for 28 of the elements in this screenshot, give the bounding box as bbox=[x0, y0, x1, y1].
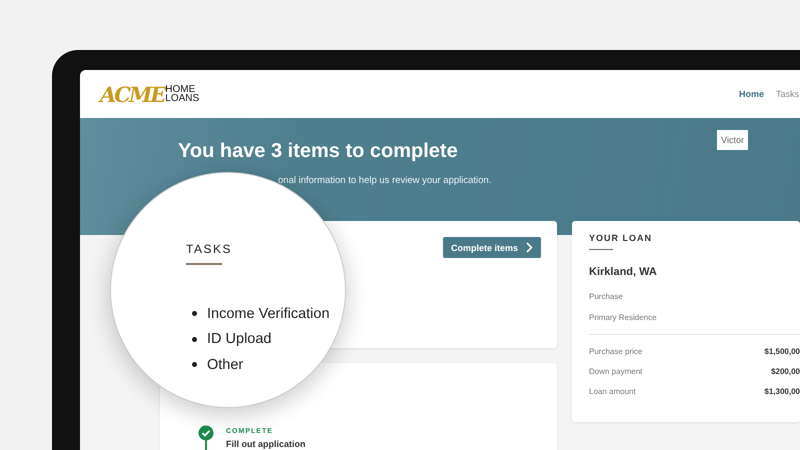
banner-title: You have 3 items to complete bbox=[178, 140, 459, 163]
loan-label: Down payment bbox=[589, 367, 642, 376]
bullet-icon bbox=[192, 336, 197, 342]
loan-label: Loan amount bbox=[589, 387, 636, 396]
loan-title: YOUR LOAN bbox=[589, 233, 653, 243]
loan-label: Purchase price bbox=[589, 347, 642, 356]
step-label: Fill out application bbox=[226, 439, 306, 449]
logo-mark: ACME bbox=[100, 82, 164, 106]
tasks-title: TASKS bbox=[186, 242, 233, 256]
bullet-icon bbox=[192, 311, 197, 316]
nav-link[interactable]: Tasks bbox=[776, 89, 799, 99]
logo-text: HOME bbox=[165, 85, 196, 94]
task-item: ID Upload bbox=[207, 331, 272, 348]
nav-link[interactable]: Home bbox=[738, 89, 764, 99]
logo-text: LOANS bbox=[165, 94, 200, 103]
chevron-right-icon bbox=[526, 242, 533, 253]
banner-subtitle: onal information to help us review your application. bbox=[278, 175, 492, 186]
loan-detail: Purchase bbox=[589, 292, 624, 301]
loan-value: $1,300,00 bbox=[764, 387, 800, 396]
user-button[interactable]: Victor bbox=[717, 130, 748, 150]
loan-value: $1,500,00 bbox=[764, 347, 800, 356]
task-item: Income Verification bbox=[207, 306, 330, 322]
bullet-icon bbox=[192, 362, 197, 368]
loan-detail: Primary Residence bbox=[589, 313, 658, 322]
loan-location: Kirkland, WA bbox=[589, 266, 658, 278]
task-item: Other bbox=[207, 356, 244, 373]
complete-items-button[interactable]: Complete items bbox=[442, 237, 541, 258]
loan-value: $200,00 bbox=[771, 367, 800, 376]
